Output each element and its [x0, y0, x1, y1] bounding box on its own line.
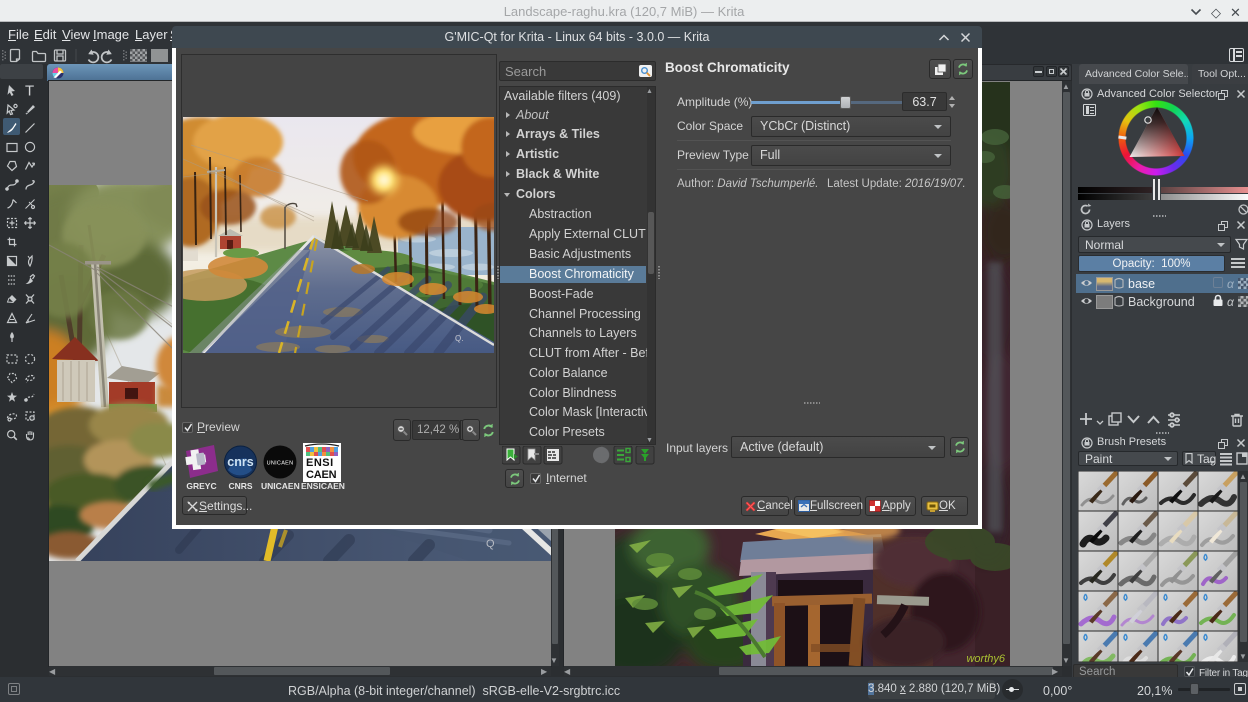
svg-text:ENSI: ENSI [306, 457, 334, 469]
svg-text:Q.: Q. [455, 334, 463, 343]
svg-text:UNICAEN: UNICAEN [267, 461, 294, 467]
svg-text:CAEN: CAEN [306, 469, 337, 481]
svg-text:worthy6: worthy6 [966, 653, 1005, 665]
svg-text:T: T [25, 83, 34, 100]
svg-text:Q: Q [486, 538, 495, 550]
svg-text:cnrs: cnrs [227, 455, 253, 469]
